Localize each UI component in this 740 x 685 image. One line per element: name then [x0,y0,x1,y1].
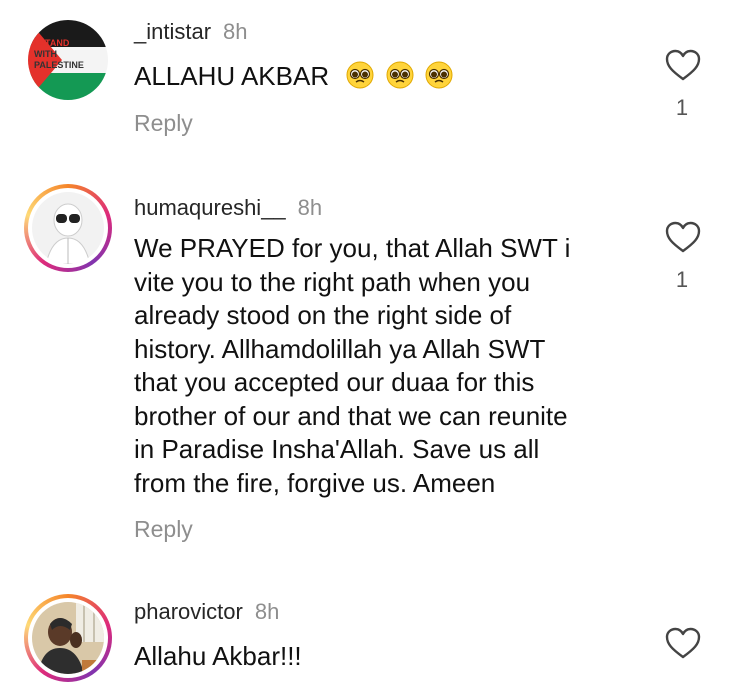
comment-item: pharovictor 8h Allahu Akbar!!! [0,570,740,685]
timestamp: 8h [254,599,280,624]
avatar[interactable]: I STAND WITH PALESTINE [28,20,108,100]
comment-meta: humaqureshi__ 8h [134,194,322,222]
pleading-face-icon [425,61,453,89]
reply-button[interactable]: Reply [134,516,193,543]
comment-text: ALLAHU AKBAR [134,60,624,94]
pleading-face-icon [346,61,374,89]
person-photo-icon [32,602,104,674]
comment-text: We PRAYED for you, that Allah SWT i vite… [134,233,571,498]
avatar[interactable] [24,594,112,682]
emoji-group [342,61,453,91]
comment-item: I STAND WITH PALESTINE _intistar 8h ALLAH… [0,0,740,160]
comment-text: Allahu Akbar!!! [134,641,302,671]
like-count: 1 [675,267,689,292]
heart-icon[interactable] [664,626,702,660]
comment-meta: _intistar 8h [134,18,248,46]
person-illustration-icon [32,192,104,264]
pleading-face-icon [386,61,414,89]
username[interactable]: _intistar [134,19,211,44]
avatar-image [32,602,104,674]
reply-button[interactable]: Reply [134,110,193,137]
comment-item: humaqureshi__ 8h We PRAYED for you, that … [0,160,740,570]
avatar[interactable] [24,184,112,272]
username[interactable]: pharovictor [134,599,243,624]
timestamp: 8h [223,19,248,44]
avatar-caption: I STAND WITH PALESTINE [34,38,84,70]
like-count: 1 [675,95,689,120]
comment-meta: pharovictor 8h [134,598,279,626]
timestamp: 8h [297,195,323,220]
heart-icon[interactable] [664,48,702,82]
heart-icon[interactable] [664,220,702,254]
avatar-image [32,192,104,264]
username[interactable]: humaqureshi__ [134,195,286,220]
